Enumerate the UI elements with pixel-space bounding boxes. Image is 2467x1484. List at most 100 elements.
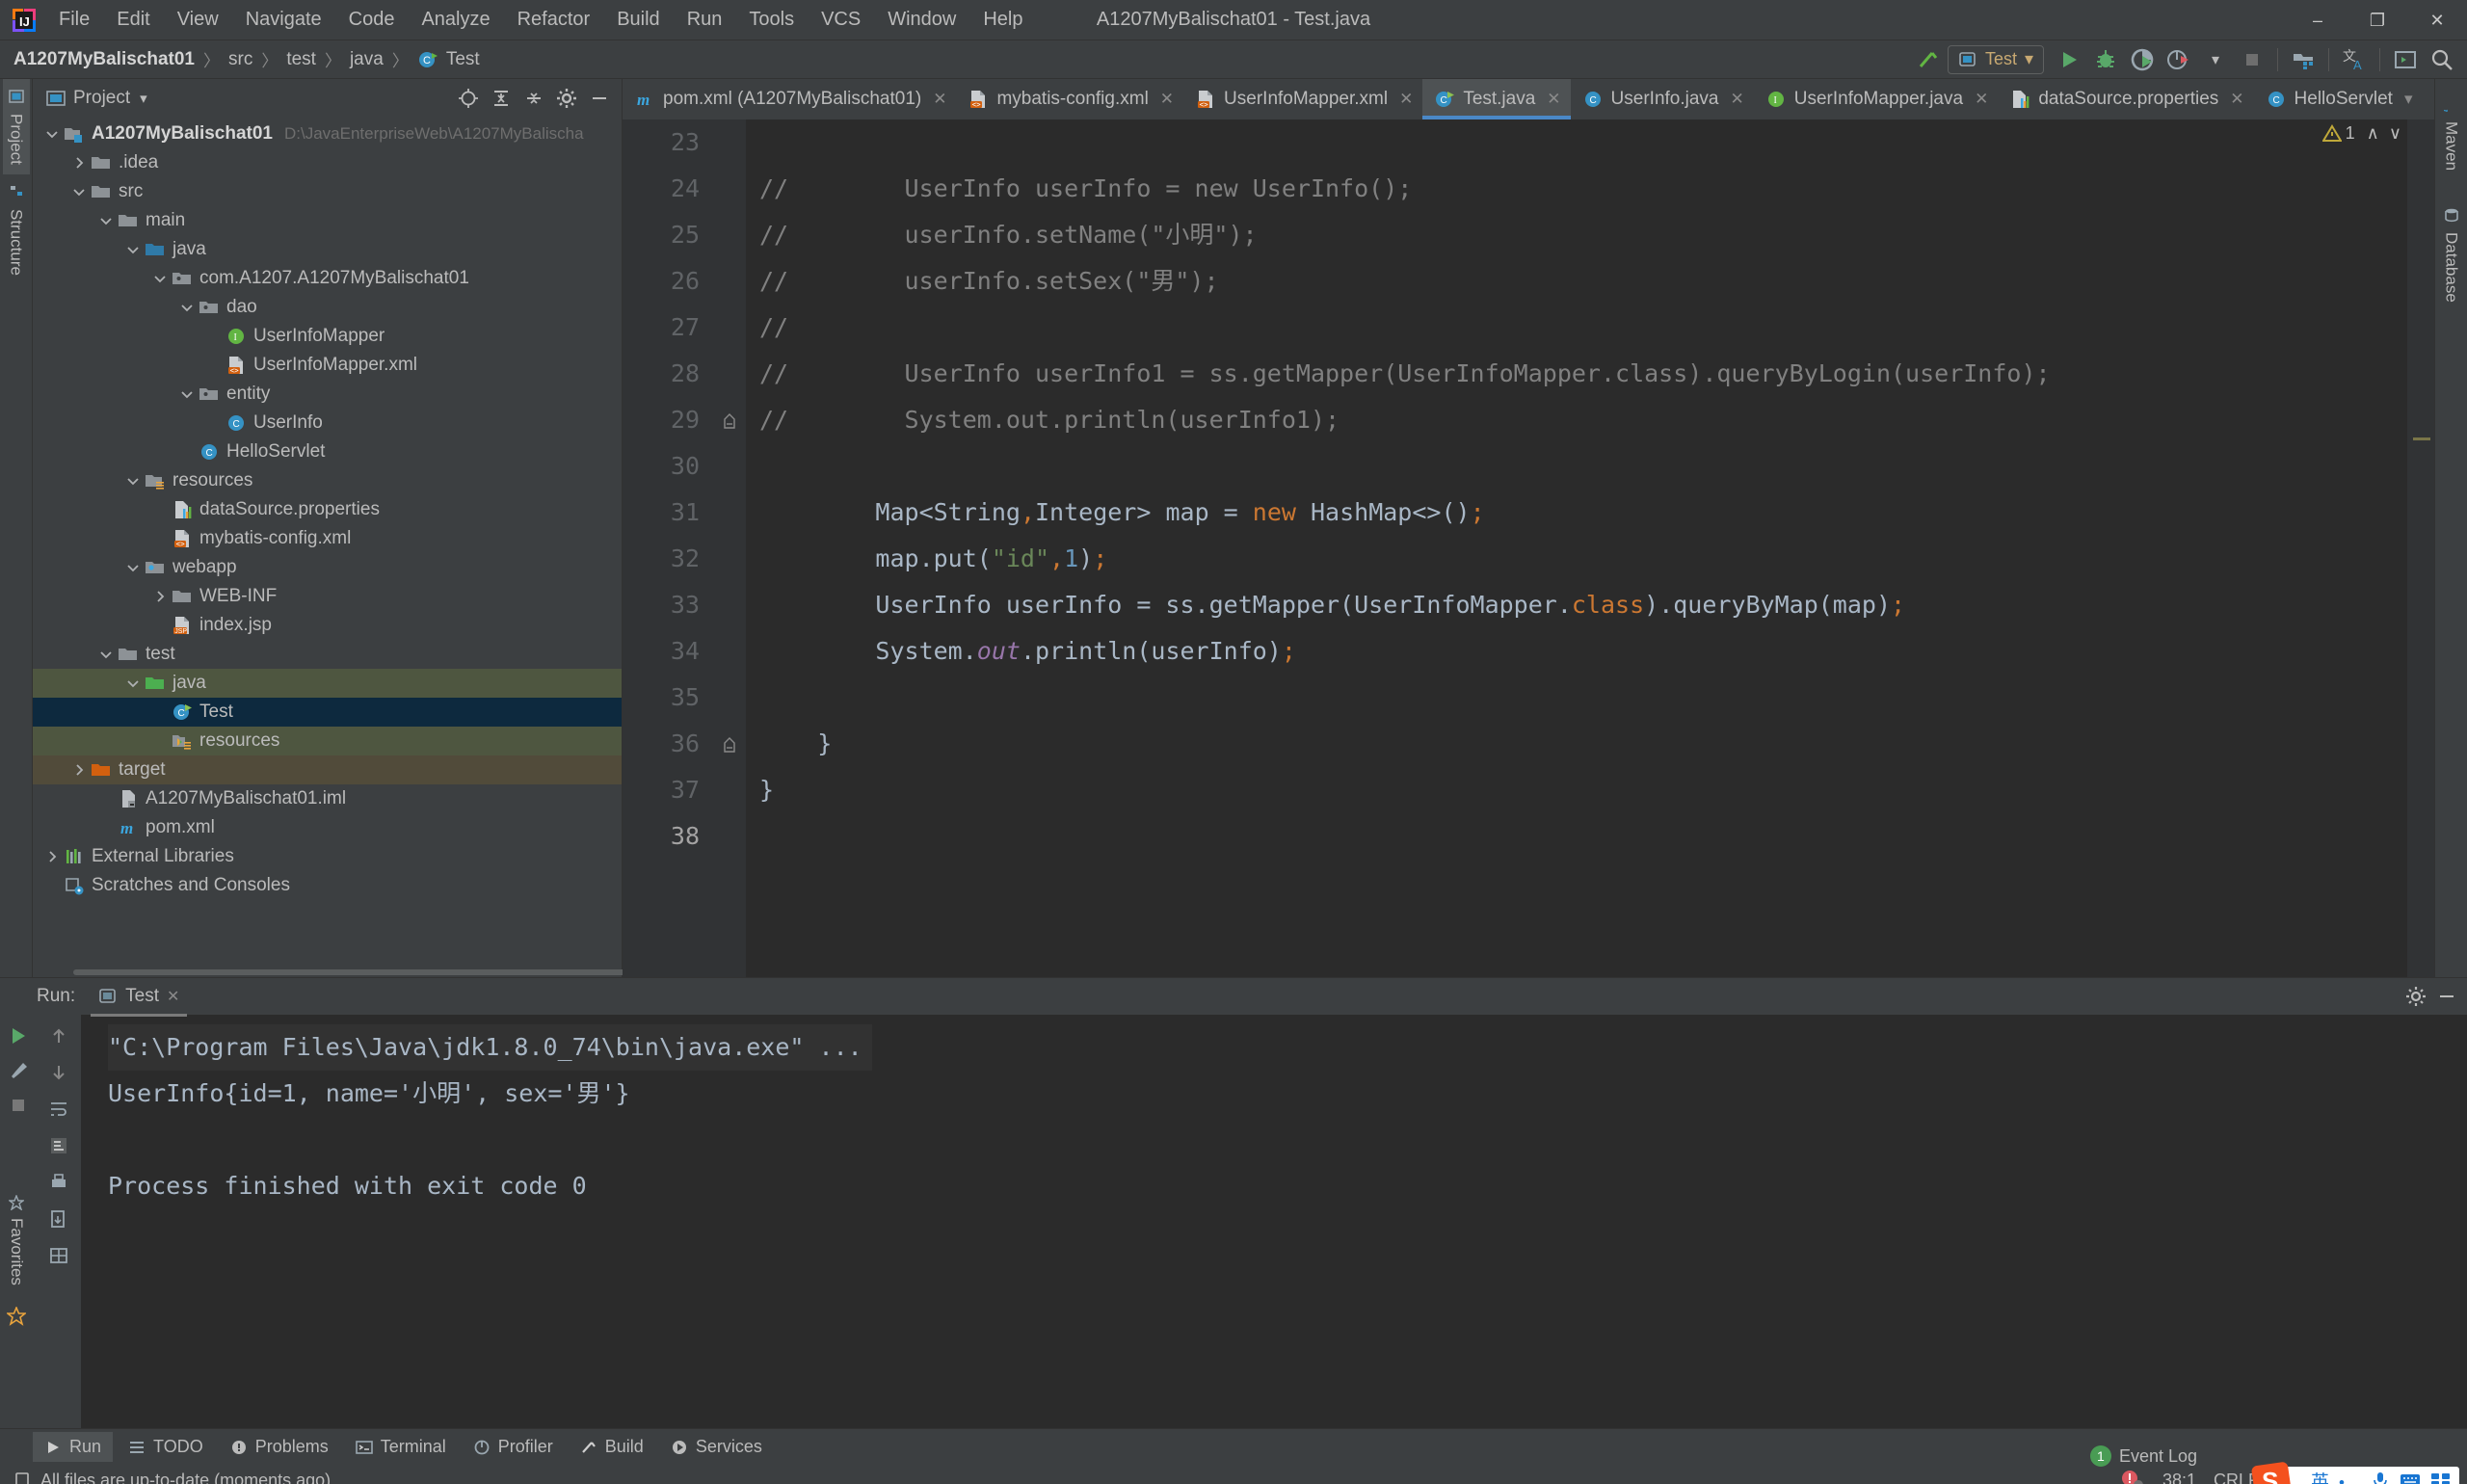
profiler-icon[interactable] — [2162, 43, 2196, 76]
chevron-down-icon[interactable] — [150, 271, 170, 286]
tree-node-main[interactable]: main — [33, 206, 622, 235]
fold-marker-icon[interactable] — [713, 721, 746, 767]
gear-icon[interactable] — [2405, 986, 2427, 1007]
code-line[interactable]: // System.out.println(userInfo1); — [759, 397, 2407, 443]
expand-all-icon[interactable] — [487, 84, 516, 113]
chevron-right-icon[interactable] — [69, 155, 89, 171]
run-with-coverage-icon[interactable] — [2125, 43, 2160, 76]
tool-window-services[interactable]: Services — [659, 1432, 774, 1462]
caret-position[interactable]: 38:1 — [2162, 1471, 2196, 1484]
inspections-icon[interactable] — [2120, 1469, 2145, 1484]
search-everywhere-icon[interactable] — [2425, 43, 2459, 76]
scroll-end-icon[interactable] — [43, 1130, 74, 1161]
project-tree-hscrollbar[interactable] — [33, 967, 632, 977]
tree-node-test[interactable]: test — [33, 640, 622, 669]
code-line[interactable]: // userInfo.setSex("男"); — [759, 258, 2407, 305]
soft-wrap-icon[interactable] — [43, 1094, 74, 1125]
add-to-favorites-icon[interactable] — [7, 1306, 26, 1326]
code-folding-gutter[interactable] — [713, 119, 746, 977]
editor-tab-test-java[interactable]: C Test.java ✕ — [1422, 79, 1571, 119]
tree-node-src[interactable]: src — [33, 177, 622, 206]
editor-tab-userinfo-java[interactable]: C UserInfo.java ✕ — [1571, 79, 1754, 119]
close-icon[interactable]: ✕ — [933, 90, 946, 109]
minimize-button[interactable]: – — [2288, 0, 2348, 40]
breadcrumb-src[interactable]: src — [228, 49, 252, 70]
sidebar-item-database[interactable]: Database — [2438, 198, 2465, 312]
code-line[interactable]: // UserInfo userInfo = new UserInfo(); — [759, 166, 2407, 212]
main-menu[interactable]: File Edit View Navigate Code Analyze Ref… — [46, 5, 1036, 35]
close-icon[interactable]: ✕ — [1160, 90, 1174, 109]
tree-node-test[interactable]: C Test — [33, 698, 622, 727]
tree-node-idea[interactable]: .idea — [33, 148, 622, 177]
code-line[interactable]: // UserInfo userInfo1 = ss.getMapper(Use… — [759, 351, 2407, 397]
code-line[interactable] — [759, 443, 2407, 490]
code-line[interactable]: } — [759, 721, 2407, 767]
tool-window-problems[interactable]: Problems — [219, 1432, 340, 1462]
window-controls[interactable]: – ❐ ✕ — [2288, 0, 2467, 40]
code-line[interactable]: // userInfo.setName("小明"); — [759, 212, 2407, 258]
chevron-right-icon[interactable] — [69, 762, 89, 778]
code-editor[interactable]: 23 24 25 26 27 28 29 30 31 32 33 34 35 36 37 38 // User… — [623, 119, 2434, 977]
tree-node-userinfo[interactable]: C UserInfo — [33, 409, 622, 437]
menu-run[interactable]: Run — [675, 5, 735, 35]
sidebar-item-structure[interactable]: Structure — [3, 174, 30, 285]
sidebar-item-project[interactable]: Project — [2, 79, 30, 174]
menu-build[interactable]: Build — [604, 5, 672, 35]
mic-icon[interactable] — [2371, 1471, 2390, 1484]
chevron-down-icon[interactable] — [177, 386, 197, 402]
export-icon[interactable] — [43, 1204, 74, 1234]
close-icon[interactable]: ✕ — [1399, 90, 1413, 109]
editor-tabs-overflow[interactable] — [2428, 79, 2434, 119]
wrench-icon[interactable] — [3, 1055, 34, 1086]
tree-node-a1207mybalischat01[interactable]: A1207MyBalischat01 D:\JavaEnterpriseWeb\A… — [33, 119, 622, 148]
grid-icon[interactable] — [43, 1240, 74, 1271]
close-icon[interactable]: ✕ — [167, 987, 179, 1006]
code-line[interactable]: Map<String,Integer> map = new HashMap<>(… — [759, 490, 2407, 536]
menu-edit[interactable]: Edit — [104, 5, 162, 35]
editor-tab-userinfomapper-java[interactable]: I UserInfoMapper.java ✕ — [1754, 79, 1999, 119]
translate-icon[interactable]: 文A — [2337, 43, 2372, 76]
inspection-widget[interactable]: 1 ∧ ∨ — [2321, 123, 2401, 144]
menu-file[interactable]: File — [46, 5, 102, 35]
menu-navigate[interactable]: Navigate — [233, 5, 334, 35]
hide-icon[interactable] — [2436, 986, 2457, 1007]
chevron-down-icon[interactable] — [177, 300, 197, 315]
terminal-icon[interactable] — [2388, 43, 2423, 76]
project-panel-actions[interactable] — [454, 84, 614, 113]
close-icon[interactable]: ✕ — [2230, 90, 2243, 109]
tree-node-a1207mybalischat01-iml[interactable]: A1207MyBalischat01.iml — [33, 784, 622, 813]
tool-window-terminal[interactable]: Terminal — [344, 1432, 458, 1462]
menu-refactor[interactable]: Refactor — [505, 5, 603, 35]
breadcrumb-test[interactable]: test — [286, 49, 316, 70]
print-icon[interactable] — [43, 1167, 74, 1198]
tree-node-com-a1207-a1207mybalischat01[interactable]: com.A1207.A1207MyBalischat01 — [33, 264, 622, 293]
debug-icon[interactable] — [2088, 43, 2123, 76]
tree-node-userinfomapper[interactable]: I UserInfoMapper — [33, 322, 622, 351]
bottom-left-tool-strip[interactable]: Favorites — [0, 1118, 33, 1368]
run-tab-test[interactable]: Test ✕ — [91, 982, 188, 1017]
tree-node-resources[interactable]: resources — [33, 466, 622, 495]
code-line[interactable]: UserInfo userInfo = ss.getMapper(UserInf… — [759, 582, 2407, 628]
menu-analyze[interactable]: Analyze — [409, 5, 502, 35]
editor-tab-bar[interactable]: m pom.xml (A1207MyBalischat01) ✕ <> mybatis-… — [623, 79, 2434, 119]
console-output[interactable]: "C:\Program Files\Java\jdk1.8.0_74\bin\j… — [81, 1015, 2467, 1428]
chevron-down-icon[interactable] — [96, 647, 116, 662]
right-tool-strip[interactable]: m Maven Database — [2434, 79, 2467, 977]
tree-node-target[interactable]: target — [33, 755, 622, 784]
run-configuration-selector[interactable]: Test ▾ — [1947, 44, 2044, 74]
updates-icon[interactable] — [2286, 43, 2321, 76]
menu-code[interactable]: Code — [336, 5, 408, 35]
tree-node-scratches-and-consoles[interactable]: Scratches and Consoles — [33, 871, 622, 900]
tree-node-java[interactable]: java — [33, 669, 622, 698]
tree-node-external-libraries[interactable]: External Libraries — [33, 842, 622, 871]
editor-tab-mybatis-config-xml[interactable]: <> mybatis-config.xml ✕ — [956, 79, 1183, 119]
tree-node-web-inf[interactable]: WEB-INF — [33, 582, 622, 611]
ime-mode[interactable]: 英 — [2311, 1468, 2329, 1484]
event-log-widget[interactable]: 1 Event Log — [2089, 1445, 2197, 1467]
editor-tab-userinfomapper-xml[interactable]: <> UserInfoMapper.xml ✕ — [1183, 79, 1422, 119]
sidebar-item-maven[interactable]: m Maven — [2438, 87, 2465, 180]
chevron-down-icon[interactable] — [69, 184, 89, 199]
editor-tab-helloservlet[interactable]: C HelloServlet ▾ — [2254, 79, 2423, 119]
code-line[interactable] — [759, 119, 2407, 166]
menu-help[interactable]: Help — [970, 5, 1035, 35]
